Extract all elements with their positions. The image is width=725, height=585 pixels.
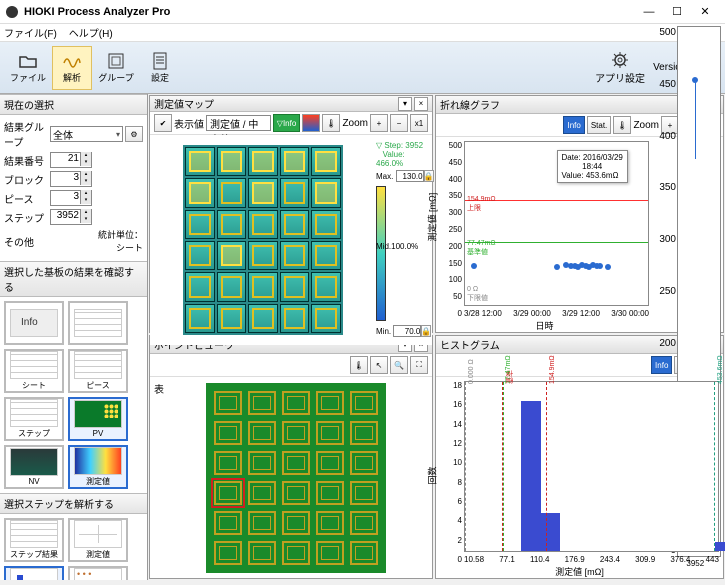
titlebar: HIOKI Process Analyzer Pro — ☐ ✕ — [0, 0, 725, 24]
group-icon — [106, 51, 126, 71]
thumb-sheet[interactable]: シート — [4, 349, 64, 393]
gear-icon — [610, 50, 630, 70]
app-logo-icon — [6, 6, 18, 18]
pv-search-icon[interactable]: 🔍 — [390, 356, 408, 374]
thumb-grid-2: ステップ結果 測定値 測定値 測定値 測定値 — [0, 514, 147, 580]
map-pane: 測定値マップ ▾ × ✔ 表示値 測定値 / 中央値 ▽Info 🌡 Zoom … — [149, 95, 433, 333]
resultno-input[interactable]: 21 — [50, 152, 92, 168]
pv-table-label: 表 — [154, 381, 164, 574]
block-label: ブロック — [4, 172, 50, 187]
document-icon — [150, 51, 170, 71]
color-scale: ▽ Step: 3952 Value: 466.0% Max. 🔒 Mid. 1… — [376, 141, 426, 339]
thumb-pv[interactable]: PV — [68, 397, 128, 441]
thumb-meas-scatter[interactable]: 測定値 — [68, 566, 128, 580]
wave-icon — [62, 51, 82, 71]
thumb-meas[interactable]: 測定値 — [68, 445, 128, 489]
thumb-stepresult[interactable]: ステップ結果 — [4, 518, 64, 562]
tool-settings[interactable]: 設定 — [140, 46, 180, 90]
linechart-pane: 折れ線グラフ ▾ × Info Stat. 🌡 Zoom + − x1 測定値 … — [435, 95, 724, 333]
line-stat-button[interactable]: Stat. — [587, 116, 611, 134]
map-info-button[interactable]: ▽Info — [273, 114, 301, 132]
tool-analysis[interactable]: 解析 — [52, 46, 92, 90]
sidebar-header-board: 選択した基板の結果を確認する — [0, 261, 147, 297]
toolbar: ファイル 解析 グループ 設定 アプリ設定 Version 2.00.0 — [0, 42, 725, 94]
pv-pointer-icon[interactable]: ↖ — [370, 356, 388, 374]
thumb-grid-1: シート ピース ステップ PV NV 測定値 — [0, 297, 147, 493]
min-input[interactable] — [393, 325, 421, 337]
colorbar-icon[interactable] — [302, 114, 320, 132]
close-button[interactable]: ✕ — [691, 2, 719, 22]
app-settings-button[interactable]: アプリ設定 — [595, 50, 645, 85]
menubar: ファイル(F) ヘルプ(H) — [0, 24, 725, 42]
line-thermometer-icon[interactable]: 🌡 — [613, 116, 631, 134]
group-config-button[interactable]: ⚙ — [125, 126, 143, 142]
linechart-title: 折れ線グラフ — [440, 97, 687, 112]
pv-fullscreen-icon[interactable]: ⛶ — [410, 356, 428, 374]
line-tooltip: Date: 2016/03/29 18:44 Value: 453.6mΩ — [557, 150, 628, 183]
wafer-map[interactable] — [183, 145, 343, 335]
pv-grid[interactable] — [206, 383, 386, 573]
tool-group[interactable]: グループ — [96, 46, 136, 90]
thumb-nv[interactable]: NV — [4, 445, 64, 489]
pv-thermometer-icon[interactable]: 🌡 — [350, 356, 368, 374]
sidebar-header-step: 選択ステップを解析する — [0, 493, 147, 514]
map-thermometer-icon[interactable]: 🌡 — [322, 114, 340, 132]
step-label: ステップ — [4, 210, 50, 225]
maximize-button[interactable]: ☐ — [663, 2, 691, 22]
step-input[interactable]: 3952 — [50, 209, 92, 225]
histogram-chart[interactable]: 回数 181614121086420 0.000 Ω基準77.47mΩ154.9… — [436, 377, 723, 578]
max-input[interactable] — [396, 170, 424, 182]
max-lock-icon[interactable]: 🔒 — [424, 170, 434, 182]
piece-input[interactable]: 3 — [50, 190, 92, 206]
thumb-meas-bar[interactable]: 測定値 — [4, 566, 64, 580]
folder-icon — [18, 51, 38, 71]
map-display-label: 表示値 — [174, 116, 204, 131]
zoom-out-button[interactable]: − — [390, 114, 408, 132]
min-lock-icon[interactable]: 🔒 — [421, 325, 431, 337]
thumb-step[interactable]: ステップ — [4, 397, 64, 441]
map-close-button[interactable]: × — [414, 97, 428, 111]
thumb-meas-line[interactable]: 測定値 — [68, 518, 128, 562]
pointviewer-pane: ポイントビューワ ▾ × 🌡 ↖ 🔍 ⛶ 表 — [149, 335, 433, 579]
colorbar — [376, 186, 386, 321]
zoom-reset-button[interactable]: x1 — [410, 114, 428, 132]
thumb-blank1[interactable] — [68, 301, 128, 345]
map-title: 測定値マップ — [154, 96, 396, 111]
other-label: その他 — [4, 234, 50, 249]
line-info-button[interactable]: Info — [563, 116, 584, 134]
group-label: 結果グループ — [4, 119, 50, 149]
line-chart[interactable]: 測定値 [mΩ] 500450400350300250200150100500 … — [436, 137, 653, 332]
sidebar-header-selection: 現在の選択 — [0, 94, 147, 115]
map-display-dropdown[interactable]: 測定値 / 中央値 — [206, 115, 271, 131]
window-title: HIOKI Process Analyzer Pro — [24, 6, 635, 18]
resultno-label: 結果番号 — [4, 153, 50, 168]
hist-title: ヒストグラム — [440, 337, 687, 352]
zoom-label: Zoom — [342, 118, 368, 129]
sidebar: 現在の選択 結果グループ 全体 ⚙ 結果番号21 ブロック3 ピース3 ステップ… — [0, 94, 148, 580]
thumb-piece[interactable]: ピース — [68, 349, 128, 393]
menu-help[interactable]: ヘルプ(H) — [69, 25, 113, 40]
menu-file[interactable]: ファイル(F) — [4, 25, 57, 40]
piece-label: ピース — [4, 191, 50, 206]
zoom-in-button[interactable]: + — [370, 114, 388, 132]
group-dropdown[interactable]: 全体 — [50, 126, 123, 142]
map-dropdown-button[interactable]: ▾ — [398, 97, 412, 111]
minimize-button[interactable]: — — [635, 2, 663, 22]
tool-file[interactable]: ファイル — [8, 46, 48, 90]
stat-unit-label: 統計単位： シート — [50, 228, 143, 254]
block-input[interactable]: 3 — [50, 171, 92, 187]
thumb-info[interactable] — [4, 301, 64, 345]
map-ok-button[interactable]: ✔ — [154, 114, 172, 132]
